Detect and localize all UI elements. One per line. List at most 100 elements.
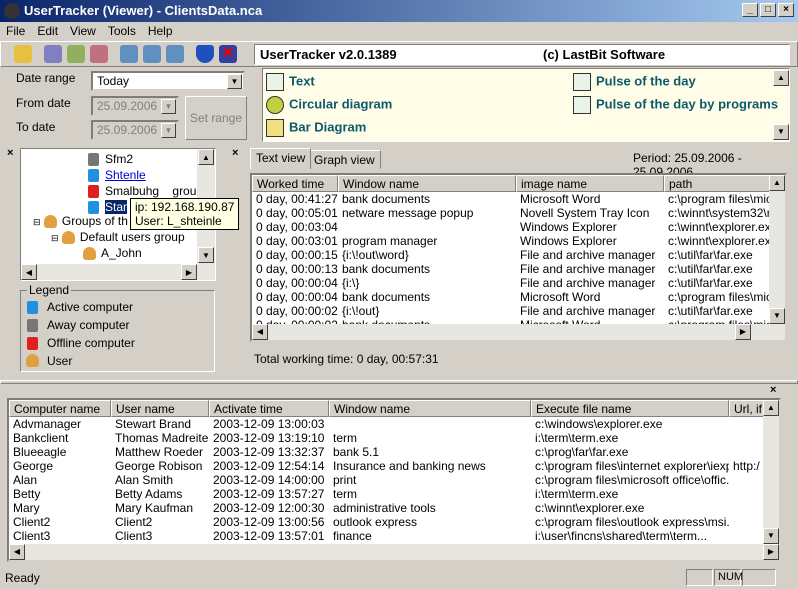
table-cell: c:\windows\explorer.exe <box>535 417 663 431</box>
chevron-down-icon[interactable]: ▼ <box>161 99 176 114</box>
table-row[interactable]: 0 day, 00:05:01 netware message popup Nove… <box>252 206 785 220</box>
table-row[interactable]: Bankclient Thomas Madreiter 2003-12-09 13:… <box>9 431 779 445</box>
table-row[interactable]: Client2 Client2 2003-12-09 13:00:56 outlook… <box>9 515 779 529</box>
table-row[interactable]: Blueeagle Matthew Roeder 2003-12-09 13:32:… <box>9 445 779 459</box>
report-bar[interactable]: Bar Diagram <box>266 119 366 137</box>
report-pulse[interactable]: Pulse of the day <box>573 73 696 91</box>
scroll-left-button[interactable]: ◀ <box>21 264 37 280</box>
column-header[interactable]: User name <box>111 400 209 417</box>
date-range-select[interactable]: Today ▼ <box>91 71 245 91</box>
open-folder-icon[interactable] <box>14 45 32 63</box>
column-header[interactable]: Worked time <box>252 175 338 192</box>
tab-graph-view[interactable]: Graph view <box>308 150 381 169</box>
table-row[interactable]: 0 day, 00:00:13 bank documents File and ar… <box>252 262 785 276</box>
tree-item[interactable]: Shtenle <box>88 167 146 183</box>
table-cell: Windows Explorer <box>520 220 617 234</box>
add-item-icon[interactable] <box>44 45 62 63</box>
num-lock-indicator: NUM <box>714 569 743 586</box>
vertical-scrollbar[interactable] <box>763 400 779 544</box>
date-range-label: Date range <box>16 71 76 85</box>
column-header[interactable]: Window name <box>329 400 531 417</box>
splitter[interactable] <box>0 380 798 384</box>
tooltip-ip: ip: 192.168.190.87 <box>135 200 235 214</box>
table-row[interactable]: George George Robison 2003-12-09 12:54:14 I… <box>9 459 779 473</box>
close-button[interactable]: × <box>778 3 794 17</box>
table-row[interactable]: 0 day, 00:00:04 {i:\} File and archive man… <box>252 276 785 290</box>
delete-item-icon[interactable] <box>90 45 108 63</box>
tree-item[interactable]: Sfm2 <box>88 151 133 167</box>
scroll-right-button[interactable]: ▶ <box>181 264 197 280</box>
table-row[interactable]: 0 day, 00:00:04 bank documents Microsoft W… <box>252 290 785 304</box>
scroll-left-button[interactable]: ◀ <box>252 324 268 340</box>
edit-item-icon[interactable] <box>67 45 85 63</box>
report-text[interactable]: Text <box>266 73 315 91</box>
scroll-down-button[interactable]: ▼ <box>763 528 779 544</box>
select-icon[interactable] <box>143 45 161 63</box>
report-pulse-programs[interactable]: Pulse of the day by programs <box>573 96 778 114</box>
column-header[interactable]: image name <box>516 175 664 192</box>
table-cell: c:\program files\internet explorer\iexpl… <box>535 459 729 473</box>
scroll-down-button[interactable]: ▼ <box>773 124 789 140</box>
chevron-down-icon[interactable]: ▼ <box>227 74 242 89</box>
tree-item[interactable]: A_John <box>83 245 142 261</box>
select-all-icon[interactable] <box>120 45 138 63</box>
collapse-icon[interactable]: ⊟ <box>51 233 59 243</box>
column-header[interactable]: Execute file name <box>531 400 729 417</box>
table-row[interactable]: Mary Mary Kaufman 2003-12-09 12:00:30 admin… <box>9 501 779 515</box>
column-header[interactable]: Computer name <box>9 400 111 417</box>
table-row[interactable]: 0 day, 00:00:02 {i:\!out} File and archive… <box>252 304 785 318</box>
menu-help[interactable]: Help <box>142 22 179 38</box>
menu-edit[interactable]: Edit <box>31 22 64 38</box>
column-header[interactable]: path <box>664 175 774 192</box>
to-date-field[interactable]: 25.09.2006 ▼ <box>91 120 179 140</box>
table-row[interactable]: 0 day, 00:03:01 program manager Windows Ex… <box>252 234 785 248</box>
table-row[interactable]: 0 day, 00:00:15 {i:\!out\word} File and ar… <box>252 248 785 262</box>
menu-tools[interactable]: Tools <box>102 22 142 38</box>
scroll-right-button[interactable]: ▶ <box>735 324 751 340</box>
table-row[interactable]: Alan Alan Smith 2003-12-09 14:00:00 print c:… <box>9 473 779 487</box>
report-circular[interactable]: Circular diagram <box>266 96 392 114</box>
close-panel-icon[interactable]: × <box>7 147 13 159</box>
close-panel-icon[interactable]: × <box>770 384 776 396</box>
table-cell <box>329 417 531 431</box>
table-cell: finance <box>333 529 372 543</box>
scroll-up-button[interactable]: ▲ <box>198 149 214 165</box>
column-header[interactable]: Window name <box>338 175 516 192</box>
vertical-scrollbar[interactable] <box>769 175 785 324</box>
table-row[interactable]: Client3 Client3 2003-12-09 13:57:01 finance… <box>9 529 779 543</box>
scroll-up-button[interactable]: ▲ <box>763 400 779 416</box>
shield-icon[interactable] <box>196 45 214 63</box>
table-cell: 0 day, 00:00:04 <box>256 276 338 290</box>
menu-view[interactable]: View <box>64 22 102 38</box>
scroll-down-button[interactable]: ▼ <box>769 308 785 324</box>
table-cell: File and archive manager <box>520 304 656 318</box>
tree-item[interactable]: ⊟ Groups of th <box>33 213 128 229</box>
tree-item[interactable]: ⊟ Default users group <box>51 229 185 245</box>
from-date-field[interactable]: 25.09.2006 ▼ <box>91 96 179 116</box>
tab-text-view[interactable]: Text view <box>250 148 312 169</box>
disconnect-icon[interactable]: ✕ <box>219 45 237 63</box>
horizontal-scrollbar[interactable] <box>252 324 785 340</box>
table-row[interactable]: 0 day, 00:41:27 bank documents Microsoft W… <box>252 192 785 206</box>
set-range-button[interactable]: Set range <box>185 96 247 140</box>
group-icon[interactable] <box>166 45 184 63</box>
table-row[interactable]: 0 day, 00:03:04 Windows Explorer c:\winnt\… <box>252 220 785 234</box>
scroll-up-button[interactable]: ▲ <box>773 70 789 86</box>
column-header[interactable]: Activate time <box>209 400 329 417</box>
scroll-down-button[interactable]: ▼ <box>198 247 214 263</box>
scroll-right-button[interactable]: ▶ <box>763 544 779 560</box>
table-cell: Mary <box>13 501 40 515</box>
scroll-left-button[interactable]: ◀ <box>9 544 25 560</box>
table-row[interactable]: Advmanager Stewart Brand 2003-12-09 13:00:… <box>9 417 779 431</box>
collapse-icon[interactable]: ⊟ <box>33 217 41 227</box>
close-panel-icon[interactable]: × <box>232 147 238 159</box>
table-row[interactable]: Betty Betty Adams 2003-12-09 13:57:27 term i… <box>9 487 779 501</box>
tree-item[interactable]: Smalbuhg group <box>88 183 203 199</box>
maximize-button[interactable]: □ <box>760 3 776 17</box>
scroll-up-button[interactable]: ▲ <box>769 175 785 191</box>
menu-bar: File Edit View Tools Help <box>0 22 798 40</box>
horizontal-scrollbar[interactable] <box>9 544 779 560</box>
menu-file[interactable]: File <box>0 22 31 38</box>
minimize-button[interactable]: _ <box>742 3 758 17</box>
chevron-down-icon[interactable]: ▼ <box>161 123 176 138</box>
